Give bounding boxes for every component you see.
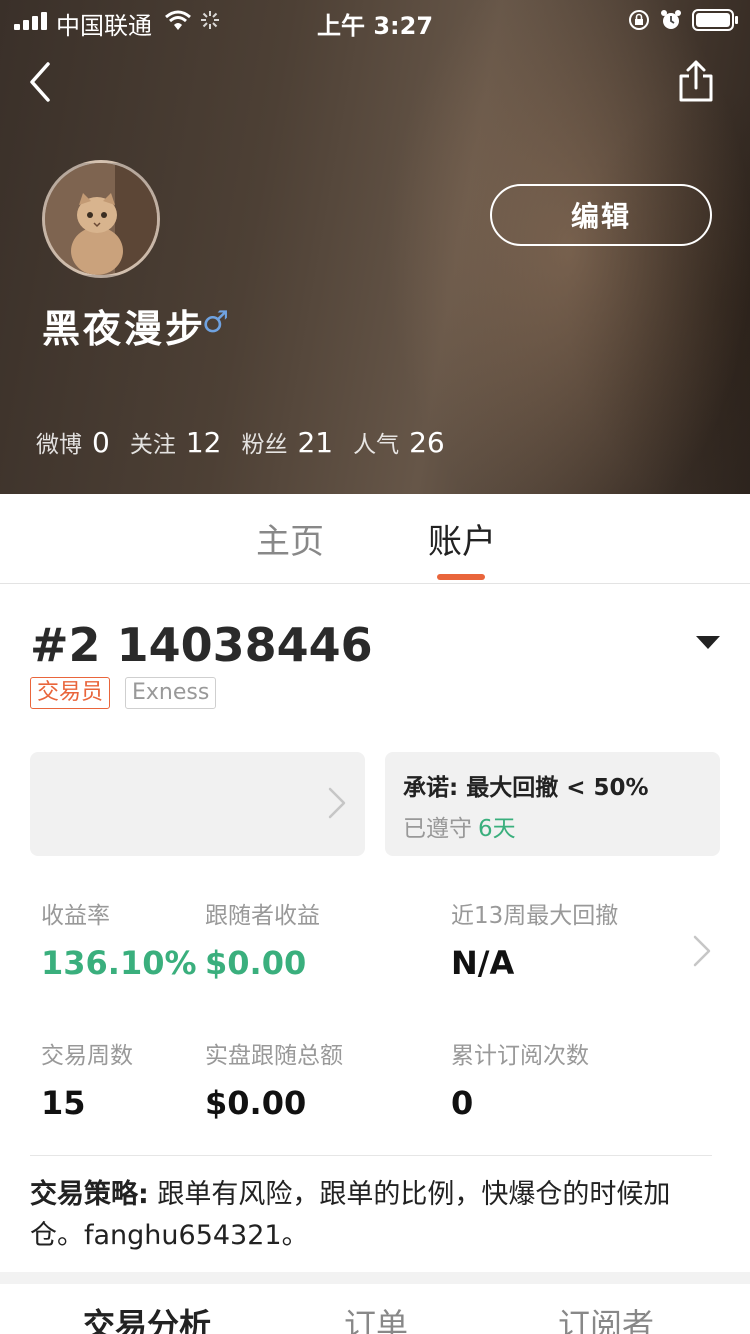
stat-fans-label[interactable]: 粉丝 xyxy=(241,425,287,459)
trader-badge: 交易员 xyxy=(30,677,111,709)
kept-label: 已遵守 xyxy=(403,816,472,842)
caret-down-icon[interactable] xyxy=(696,636,720,649)
cat-avatar-image xyxy=(45,163,157,275)
kept-days: 6天 xyxy=(478,816,516,842)
stat-popularity-label: 人气 xyxy=(353,432,400,458)
strategy-label: 交易策略: xyxy=(30,1179,149,1210)
trading-strategy: 交易策略: 跟单有风险，跟单的比例，快爆仓的时候加仓。fanghu654321。 xyxy=(30,1174,720,1256)
back-arrow-icon[interactable] xyxy=(26,60,54,104)
stat-popularity-value: 26 xyxy=(409,426,445,459)
metric-follower-profit-value: $0.00 xyxy=(205,944,307,982)
metric-follower-profit-label: 跟随者收益 xyxy=(205,903,320,929)
status-bar: 中国联通 上午 3:27 xyxy=(0,0,750,40)
tab-subscribers[interactable]: 订阅者 xyxy=(558,1300,654,1334)
chevron-right-icon[interactable] xyxy=(692,934,712,968)
tab-orders[interactable]: 订单 xyxy=(344,1300,408,1334)
metric-return-label: 收益率 xyxy=(41,903,110,929)
promise-kept: 已遵守 6天 xyxy=(403,809,516,843)
divider xyxy=(30,1155,712,1156)
avatar[interactable] xyxy=(42,160,160,278)
rotation-lock-icon xyxy=(629,10,649,30)
metric-trading-weeks-label: 交易周数 xyxy=(41,1043,133,1069)
metric-return-value: 136.10% xyxy=(41,944,197,982)
tab-account[interactable]: 账户 xyxy=(428,514,496,563)
analysis-tabs: 交易分析 订单 订阅者 xyxy=(0,1284,750,1334)
stat-fans-value[interactable]: 21 xyxy=(297,426,333,459)
broker-badge: Exness xyxy=(125,677,217,709)
metric-subscriptions-value: 0 xyxy=(451,1084,474,1122)
promise-text: 承诺: 最大回撤 < 50% xyxy=(403,775,649,801)
username: 黑夜漫步 xyxy=(42,307,207,351)
stat-following-label[interactable]: 关注 xyxy=(130,425,176,459)
tab-home[interactable]: 主页 xyxy=(256,514,324,563)
tab-trade-analysis[interactable]: 交易分析 xyxy=(83,1300,211,1334)
metric-trading-weeks-value: 15 xyxy=(41,1084,86,1122)
profile-tabs: 主页 账户 xyxy=(0,494,750,584)
metric-subscriptions-label: 累计订阅次数 xyxy=(451,1043,589,1069)
metric-max-drawdown-label: 近13周最大回撤 xyxy=(451,903,619,929)
battery-icon xyxy=(692,9,738,31)
account-chart-card[interactable] xyxy=(30,752,365,856)
promise-card[interactable]: 承诺: 最大回撤 < 50% 已遵守 6天 xyxy=(385,752,720,856)
section-gap xyxy=(0,1272,750,1284)
alarm-icon xyxy=(661,10,681,29)
profile-header: 中国联通 上午 3:27 编辑 黑夜漫步 ♂ 微博 0 关注 12 粉丝 21 … xyxy=(0,0,750,494)
metric-live-follow-total-label: 实盘跟随总额 xyxy=(205,1043,343,1069)
stat-weibo-value[interactable]: 0 xyxy=(92,426,110,459)
edit-profile-button[interactable]: 编辑 xyxy=(490,184,712,246)
share-icon[interactable] xyxy=(676,58,716,104)
metric-live-follow-total-value: $0.00 xyxy=(205,1084,307,1122)
active-tab-indicator xyxy=(437,574,485,580)
stat-weibo-label[interactable]: 微博 xyxy=(36,425,82,459)
chevron-right-icon xyxy=(328,787,346,819)
stat-following-value[interactable]: 12 xyxy=(186,426,222,459)
male-gender-icon: ♂ xyxy=(202,305,229,340)
profile-stats: 微博 0 关注 12 粉丝 21 人气 26 xyxy=(36,425,465,459)
metric-max-drawdown-value: N/A xyxy=(451,944,515,982)
account-title: #2 14038446 xyxy=(30,618,373,672)
